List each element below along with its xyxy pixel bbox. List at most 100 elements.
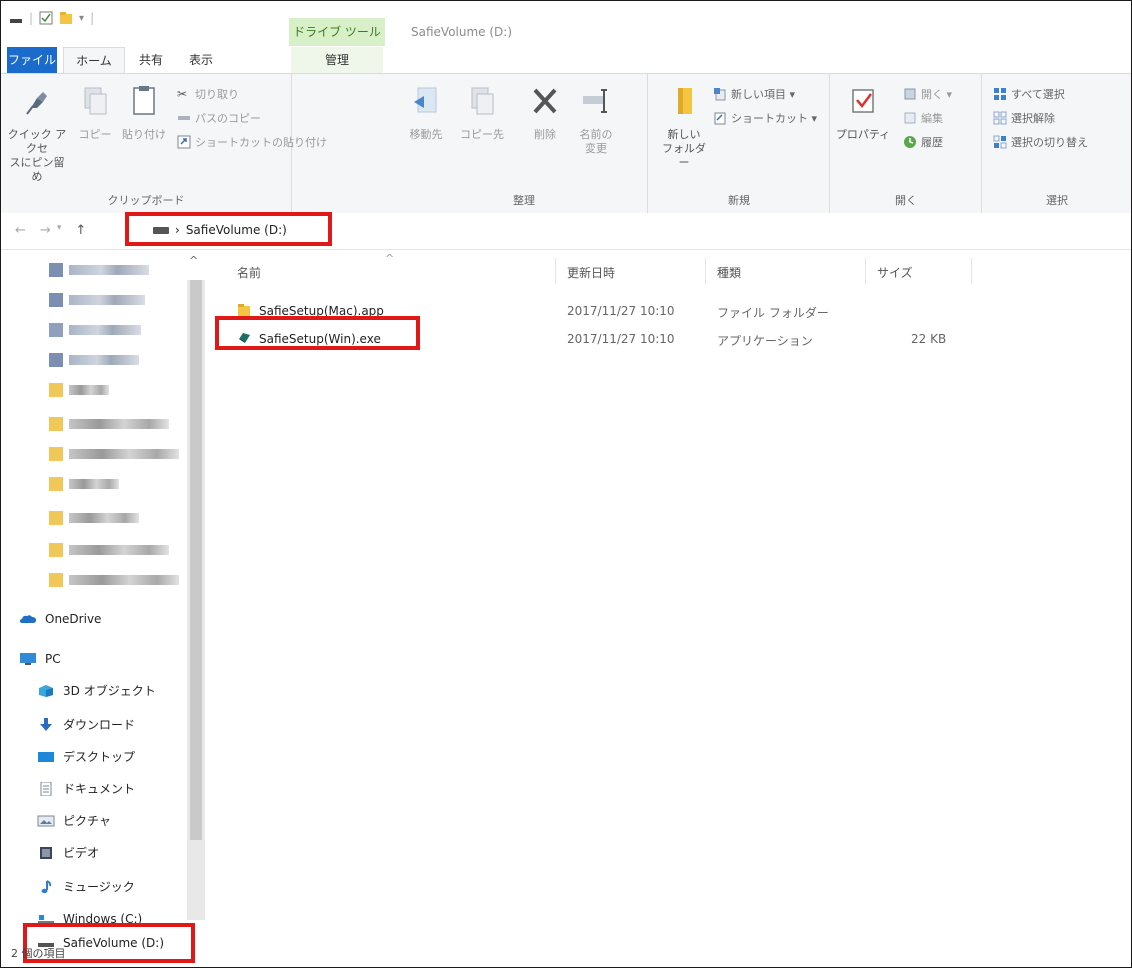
new-folder-label-line1: 新しい: [667, 128, 701, 141]
videos-icon: [40, 846, 52, 859]
nav-blurred-item[interactable]: [49, 446, 179, 462]
nav-blurred-item[interactable]: [49, 542, 169, 558]
nav-item-pc[interactable]: PC: [19, 652, 61, 666]
nav-blurred-item[interactable]: [49, 292, 145, 308]
nav-blurred-item[interactable]: [49, 476, 119, 492]
tab-home[interactable]: ホーム: [63, 47, 125, 74]
nav-label: ピクチャ: [63, 814, 111, 828]
context-tab-drive-tools[interactable]: ドライブ ツール: [289, 18, 385, 46]
nav-scrollbar-thumb[interactable]: [190, 280, 202, 840]
nav-label-pc: PC: [45, 652, 61, 666]
qat-dropdown-icon[interactable]: ▾: [79, 13, 84, 24]
folder-icon: [49, 447, 63, 461]
open-label: 開く ▾: [921, 88, 953, 101]
nav-label: デスクトップ: [63, 750, 136, 764]
folder-icon: [238, 304, 250, 316]
scissors-icon: ✂: [177, 87, 188, 101]
group-label-select: 選択: [1046, 194, 1068, 207]
column-header-name[interactable]: 名前: [237, 264, 261, 281]
tab-share[interactable]: 共有: [129, 47, 173, 73]
tab-file[interactable]: ファイル: [7, 47, 57, 73]
copy-button[interactable]: コピー: [75, 84, 115, 142]
drive-icon[interactable]: [9, 11, 23, 25]
edit-button[interactable]: 編集: [903, 110, 943, 126]
group-organize: 移動先 コピー先 削除 名前の 変更 整理: [401, 74, 648, 214]
select-all-button[interactable]: すべて選択: [993, 86, 1065, 102]
properties-icon[interactable]: [39, 11, 53, 25]
invert-selection-button[interactable]: 選択の切り替え: [993, 134, 1088, 150]
ribbon: クイック アクセ スにピン留め コピー 貼り付け ✂ 切り取り パスのコピー シ…: [1, 73, 1131, 215]
folder-icon: [49, 293, 63, 307]
file-date: 2017/11/27 10:10: [567, 332, 675, 346]
easy-access-button[interactable]: ショートカット ▾: [713, 110, 817, 126]
new-folder-button[interactable]: 新しい フォルダー: [657, 84, 711, 170]
nav-blurred-item[interactable]: [49, 510, 139, 526]
select-none-button[interactable]: 選択解除: [993, 110, 1055, 126]
column-header-size[interactable]: サイズ: [877, 264, 913, 281]
copy-path-button[interactable]: パスのコピー: [177, 110, 261, 126]
copy-icon: [84, 87, 107, 115]
file-type: ファイル フォルダー: [717, 306, 829, 320]
back-arrow-icon[interactable]: ←: [15, 223, 26, 238]
file-type: アプリケーション: [717, 334, 813, 348]
nav-item-downloads[interactable]: ダウンロード: [37, 716, 135, 733]
edit-label: 編集: [921, 112, 943, 125]
copy-to-icon: [471, 87, 494, 115]
nav-blurred-item[interactable]: [49, 262, 149, 278]
rename-icon: [583, 89, 607, 113]
new-item-label: 新しい項目 ▾: [731, 88, 796, 101]
title-bar: | ▾ | ドライブ ツール SafieVolume (D:): [1, 1, 1131, 46]
folder-icon: [49, 511, 63, 525]
column-header-date[interactable]: 更新日時: [567, 264, 615, 281]
rename-label-line2: 変更: [585, 142, 607, 155]
pc-icon: [20, 653, 36, 665]
nav-scrollbar[interactable]: ^: [187, 254, 205, 920]
nav-item-documents[interactable]: ドキュメント: [37, 780, 135, 797]
select-none-label: 選択解除: [1011, 112, 1055, 125]
shortcut-paste-icon: [177, 135, 191, 149]
open-button[interactable]: 開く ▾: [903, 86, 952, 102]
nav-item-desktop[interactable]: デスクトップ: [37, 748, 135, 765]
delete-button[interactable]: 削除: [525, 84, 565, 142]
rename-label-line1: 名前の: [579, 128, 613, 141]
paste-shortcut-button[interactable]: ショートカットの貼り付け: [177, 134, 327, 150]
edit-icon: [904, 112, 916, 124]
status-item-count: 2 個の項目: [11, 947, 66, 960]
nav-item-music[interactable]: ミュージック: [37, 878, 135, 895]
nav-blurred-item[interactable]: [49, 416, 169, 432]
recent-dropdown-icon[interactable]: ▾: [57, 223, 62, 238]
nav-item-pictures[interactable]: ピクチャ: [37, 812, 111, 829]
nav-item-videos[interactable]: ビデオ: [37, 844, 99, 861]
scroll-up-icon[interactable]: ^: [189, 254, 198, 267]
nav-blurred-item[interactable]: [49, 382, 109, 398]
forward-arrow-icon[interactable]: →: [40, 223, 51, 238]
paste-button[interactable]: 貼り付け: [119, 84, 169, 142]
column-header-type[interactable]: 種類: [717, 264, 741, 281]
nav-label: ドキュメント: [63, 782, 136, 796]
group-clipboard: クイック アクセ スにピン留め コピー 貼り付け ✂ 切り取り パスのコピー シ…: [1, 74, 327, 214]
desktop-icon: [38, 751, 54, 762]
nav-item-onedrive[interactable]: OneDrive: [19, 612, 101, 626]
nav-item-3d-objects[interactable]: 3D オブジェクト: [37, 682, 156, 699]
cloud-icon: [20, 615, 36, 623]
nav-blurred-item[interactable]: [49, 572, 179, 588]
file-list: ^ 名前 更新日時 種類 サイズ SafieSetup(Mac).app 201…: [215, 250, 1131, 940]
properties-button[interactable]: プロパティ: [835, 84, 891, 142]
nav-blurred-item[interactable]: [49, 352, 139, 368]
tab-view[interactable]: 表示: [179, 47, 223, 73]
rename-button[interactable]: 名前の 変更: [573, 84, 619, 156]
new-item-button[interactable]: 新しい項目 ▾: [713, 86, 795, 102]
history-button[interactable]: 履歴: [903, 134, 943, 150]
folder-icon: [49, 573, 63, 587]
new-folder-icon[interactable]: [59, 11, 73, 25]
tab-manage[interactable]: 管理: [291, 47, 383, 73]
copy-to-button[interactable]: コピー先: [459, 84, 505, 142]
pin-label-line1: クイック アクセ: [7, 128, 67, 155]
folder-icon: [678, 88, 692, 114]
cut-button[interactable]: ✂ 切り取り: [177, 86, 239, 102]
pin-to-quick-access-button[interactable]: クイック アクセ スにピン留め: [5, 84, 69, 184]
move-to-button[interactable]: 移動先: [403, 84, 449, 142]
nav-blurred-item[interactable]: [49, 322, 141, 338]
up-arrow-icon[interactable]: ↑: [75, 223, 86, 238]
copy-to-label: コピー先: [460, 128, 504, 141]
